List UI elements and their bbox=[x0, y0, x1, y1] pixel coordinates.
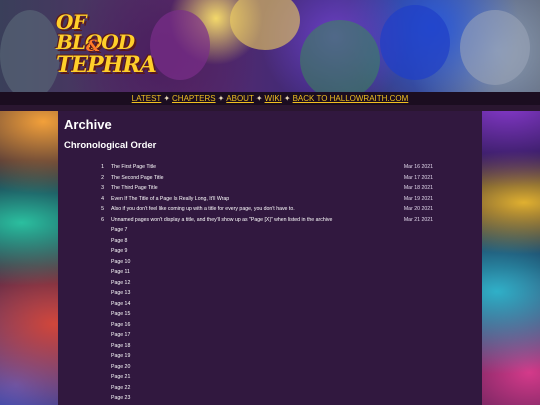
page-link[interactable]: Page 10 bbox=[111, 257, 130, 268]
nav-wiki[interactable]: WIKI bbox=[265, 94, 282, 103]
archive-list: 1 The First Page Title Mar 16 2021 2 The Sec… bbox=[58, 162, 482, 404]
archive-row: Page 23 bbox=[58, 393, 482, 404]
page-link[interactable]: The Third Page Title bbox=[111, 183, 158, 194]
nav-separator-icon: ✦ bbox=[163, 94, 171, 103]
archive-row: 1 The First Page Title Mar 16 2021 bbox=[58, 162, 482, 173]
page-link[interactable]: Even If The Title of a Page Is Really Lo… bbox=[111, 194, 229, 205]
banner-art bbox=[300, 20, 380, 92]
header-banner: OF BLOOD & TEPHRA bbox=[0, 0, 540, 92]
page-link[interactable]: Page 7 bbox=[111, 225, 127, 236]
page-date: Mar 19 2021 bbox=[403, 195, 433, 202]
main-nav: LATEST ✦ CHAPTERS ✦ ABOUT ✦ WIKI ✦ BACK TO HALLO… bbox=[0, 92, 540, 105]
archive-row: Page 14 bbox=[58, 299, 482, 310]
archive-row: Page 16 bbox=[58, 320, 482, 331]
page-number: 2 bbox=[101, 174, 104, 181]
banner-art bbox=[380, 5, 450, 80]
page-link[interactable]: Also if you don't feel like coming up wi… bbox=[111, 204, 295, 215]
archive-row: Page 21 bbox=[58, 372, 482, 383]
page-link[interactable]: Page 9 bbox=[111, 246, 127, 257]
page-number: 3 bbox=[101, 185, 104, 191]
page-number: 4 bbox=[101, 195, 104, 202]
archive-row: 5 Also if you don't feel like coming up w… bbox=[58, 204, 482, 215]
page-date: Mar 20 2021 bbox=[403, 206, 433, 212]
nav-about[interactable]: ABOUT bbox=[226, 94, 254, 103]
nav-latest[interactable]: LATEST bbox=[132, 94, 162, 103]
archive-panel: Archive Chronological Order 1 The First P… bbox=[58, 111, 482, 405]
page-link[interactable]: Page 13 bbox=[111, 288, 130, 299]
page-link[interactable]: Page 20 bbox=[111, 362, 130, 373]
page-link[interactable]: Page 21 bbox=[111, 372, 130, 383]
archive-row: Page 7 bbox=[58, 225, 482, 236]
page-link[interactable]: Page 22 bbox=[111, 383, 130, 394]
page-number: 5 bbox=[101, 206, 104, 212]
nav-chapters[interactable]: CHAPTERS bbox=[172, 94, 216, 103]
archive-row: 6 Unnamed pages won't display a title, an… bbox=[58, 215, 482, 226]
archive-row: 3 The Third Page Title Mar 18 2021 bbox=[58, 183, 482, 194]
nav-separator-icon: ✦ bbox=[255, 94, 263, 103]
archive-row: 4 Even If The Title of a Page Is Really L… bbox=[58, 194, 482, 205]
nav-separator-icon: ✦ bbox=[283, 94, 291, 103]
archive-row: Page 12 bbox=[58, 278, 482, 289]
logo-text: TEPHRA bbox=[56, 52, 157, 78]
page-number: 1 bbox=[101, 164, 104, 170]
page-link[interactable]: Page 18 bbox=[111, 341, 130, 352]
page-link[interactable]: Page 14 bbox=[111, 299, 130, 310]
banner-art bbox=[460, 10, 530, 85]
archive-row: Page 18 bbox=[58, 341, 482, 352]
page-title: Archive bbox=[64, 117, 112, 132]
section-title: Chronological Order bbox=[64, 140, 157, 151]
banner-art bbox=[230, 0, 300, 50]
site-logo[interactable]: OF BLOOD & TEPHRA bbox=[56, 8, 157, 86]
archive-row: Page 17 bbox=[58, 330, 482, 341]
archive-row: Page 8 bbox=[58, 236, 482, 247]
page-number: 6 bbox=[101, 216, 104, 223]
page-link[interactable]: Page 12 bbox=[111, 278, 130, 289]
archive-row: Page 10 bbox=[58, 257, 482, 268]
archive-row: Page 22 bbox=[58, 383, 482, 394]
archive-row: Page 11 bbox=[58, 267, 482, 278]
nav-back-to-hallowraith[interactable]: BACK TO HALLOWRAITH.COM bbox=[293, 94, 409, 103]
archive-row: Page 13 bbox=[58, 288, 482, 299]
page-link[interactable]: Page 19 bbox=[111, 351, 130, 362]
page-link[interactable]: Page 16 bbox=[111, 320, 130, 331]
archive-row: Page 19 bbox=[58, 351, 482, 362]
page-date: Mar 17 2021 bbox=[403, 174, 433, 181]
page-date: Mar 16 2021 bbox=[403, 164, 433, 170]
archive-row: Page 20 bbox=[58, 362, 482, 373]
page-link[interactable]: The Second Page Title bbox=[111, 173, 164, 184]
page-link[interactable]: Page 11 bbox=[111, 267, 130, 278]
archive-row: 2 The Second Page Title Mar 17 2021 bbox=[58, 173, 482, 184]
banner-art bbox=[150, 10, 210, 80]
page-link[interactable]: Page 23 bbox=[111, 393, 130, 404]
page-link[interactable]: Page 15 bbox=[111, 309, 130, 320]
page-link[interactable]: Unnamed pages won't display a title, and… bbox=[111, 215, 332, 226]
page-link[interactable]: The First Page Title bbox=[111, 162, 156, 173]
page-link[interactable]: Page 17 bbox=[111, 330, 130, 341]
page-date: Mar 18 2021 bbox=[403, 185, 433, 191]
nav-separator-icon: ✦ bbox=[217, 94, 225, 103]
archive-row: Page 9 bbox=[58, 246, 482, 257]
page-date: Mar 21 2021 bbox=[403, 216, 433, 223]
banner-art bbox=[0, 10, 60, 92]
archive-row: Page 15 bbox=[58, 309, 482, 320]
page-link[interactable]: Page 8 bbox=[111, 236, 127, 247]
